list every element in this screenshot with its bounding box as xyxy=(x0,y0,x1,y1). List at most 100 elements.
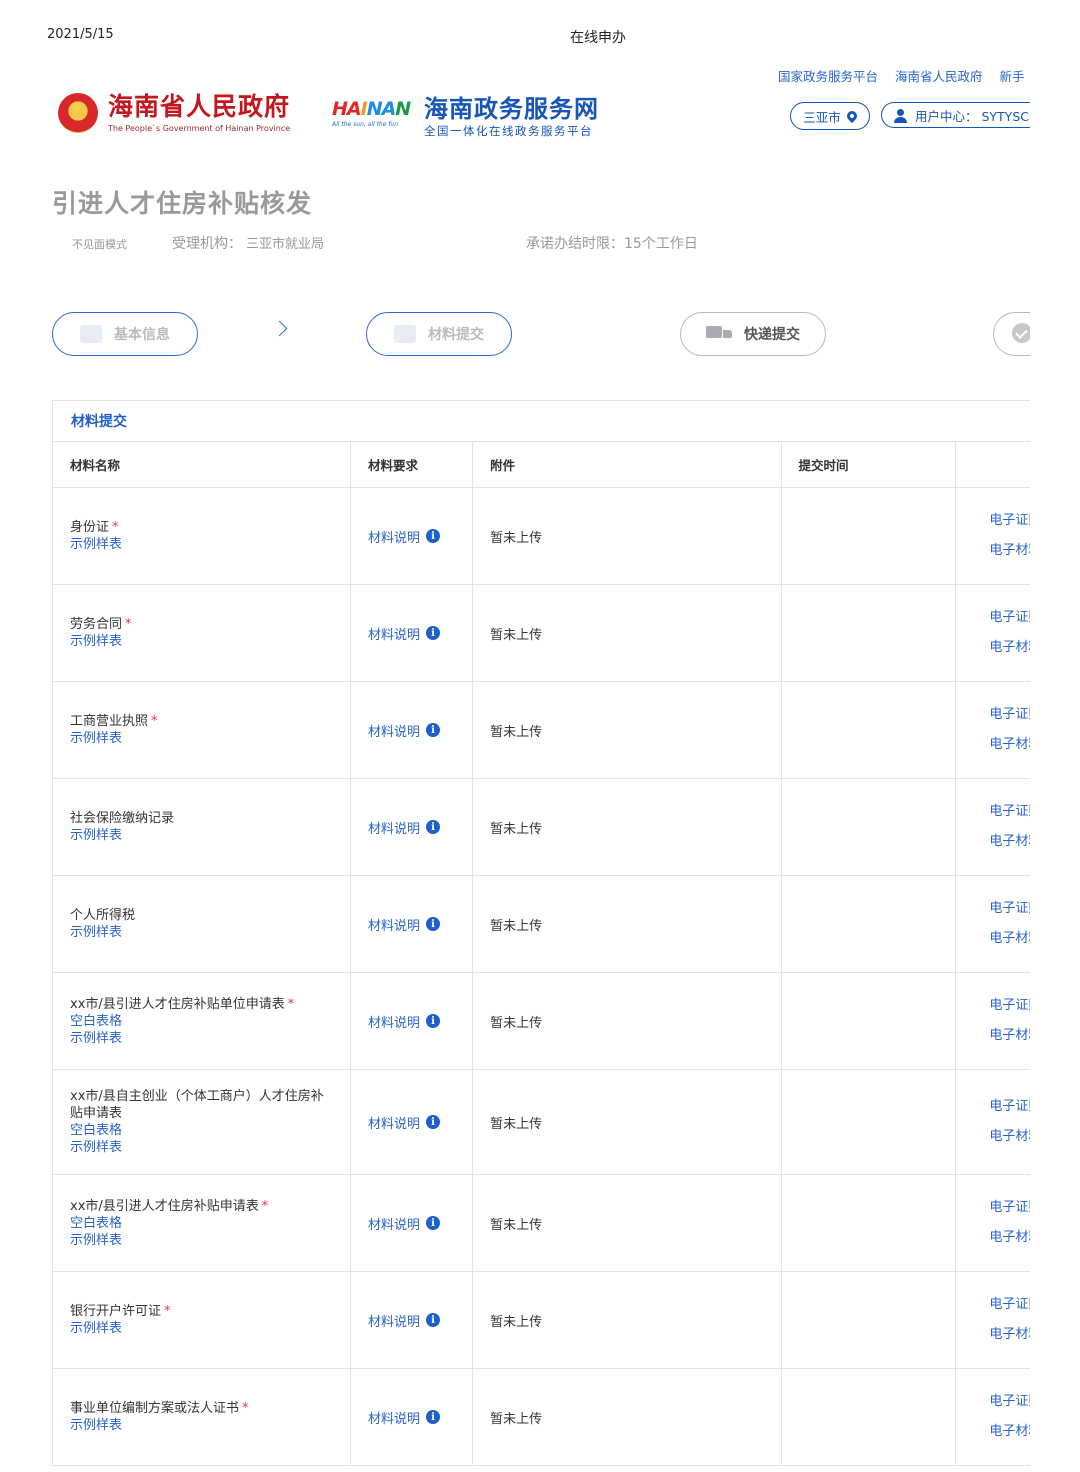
time-limit: 承诺办结时限：15个工作日 xyxy=(526,236,698,252)
panel-title: 材料提交 xyxy=(53,401,1080,442)
step-express-submit[interactable]: 快递提交 xyxy=(680,312,826,356)
col-attachment: 附件 xyxy=(472,442,782,488)
material-name: 身份证 xyxy=(70,520,110,535)
sample-form-link[interactable]: 示例样表 xyxy=(70,1320,336,1337)
material-explain-link[interactable]: 材料说明 i xyxy=(368,1214,441,1233)
material-explain-link[interactable]: 材料说明 i xyxy=(368,1311,441,1330)
material-name: 社会保险缴纳记录 xyxy=(70,811,175,826)
step-label: 材料提交 xyxy=(428,327,484,343)
col-material-name: 材料名称 xyxy=(53,442,352,488)
submit-time xyxy=(781,584,957,682)
submit-time xyxy=(781,1368,957,1466)
submit-time xyxy=(781,778,957,876)
info-icon: i xyxy=(426,529,441,543)
sample-form-link[interactable]: 示例样表 xyxy=(70,1417,336,1434)
attachment-status: 暂未上传 xyxy=(490,1411,543,1427)
submit-time xyxy=(781,1271,957,1369)
material-explain-link[interactable]: 材料说明 i xyxy=(368,818,441,837)
hainan-government-logo[interactable]: 海南省人民政府 The People`s Government of Haina… xyxy=(58,93,290,133)
attachment-status: 暂未上传 xyxy=(490,724,543,740)
table-row: 银行开户许可证 * 示例样表 材料说明 i 暂未上传 电子证照库 电子材料库 xyxy=(53,1271,1080,1369)
logo1-subtitle: The People`s Government of Hainan Provin… xyxy=(108,124,291,133)
info-icon: i xyxy=(426,1115,441,1129)
material-name: xx市/县引进人才住房补贴单位申请表 xyxy=(70,996,285,1012)
table-row: xx市/县自主创业（个体工商户）人才住房补贴申请表 空白表格 示例样表 材料说明 i 暂未… xyxy=(53,1069,1080,1175)
sample-form-link[interactable]: 示例样表 xyxy=(70,730,336,747)
table-row: 事业单位编制方案或法人证书 * 示例样表 材料说明 i 暂未上传 电子证照库 电子材料库 xyxy=(53,1368,1080,1466)
sample-form-link[interactable]: 示例样表 xyxy=(70,1030,336,1047)
sample-form-link[interactable]: 示例样表 xyxy=(70,924,336,941)
check-circle-icon xyxy=(1012,323,1032,343)
link-beginner-guide[interactable]: 新手 xyxy=(1000,69,1025,84)
sample-form-link[interactable]: 空白表格 xyxy=(70,1013,336,1030)
info-icon: i xyxy=(426,917,441,931)
material-explain-link[interactable]: 材料说明 i xyxy=(368,527,441,546)
link-hainan-government[interactable]: 海南省人民政府 xyxy=(895,69,983,84)
material-explain-link[interactable]: 材料说明 i xyxy=(368,1408,441,1427)
submit-time xyxy=(781,972,957,1070)
accepting-org: 受理机构： 三亚市就业局 xyxy=(172,236,325,252)
attachment-status: 暂未上传 xyxy=(490,1314,543,1330)
required-mark: * xyxy=(125,617,132,632)
table-row: 工商营业执照 * 示例样表 材料说明 i 暂未上传 电子证照库 电子材料库 xyxy=(53,681,1080,779)
attachment-status: 暂未上传 xyxy=(490,918,543,934)
sample-form-link[interactable]: 示例样表 xyxy=(70,536,336,553)
required-mark: * xyxy=(112,520,119,535)
print-title: 在线申办 xyxy=(570,30,626,46)
upload-icon xyxy=(394,325,416,343)
material-name: 劳务合同 xyxy=(70,617,123,632)
step-label: 快递提交 xyxy=(744,327,800,343)
link-national-platform[interactable]: 国家政务服务平台 xyxy=(778,69,878,84)
info-icon: i xyxy=(426,1014,441,1028)
required-mark: * xyxy=(151,714,158,729)
chevron-right-icon xyxy=(271,320,288,337)
hainan-slogan: All the sun, all the fun xyxy=(332,121,399,128)
city-selector-button[interactable]: 三亚市 xyxy=(790,102,870,130)
form-icon xyxy=(80,325,102,343)
sample-form-link[interactable]: 示例样表 xyxy=(70,633,336,650)
material-explain-link[interactable]: 材料说明 i xyxy=(368,624,441,643)
required-mark: * xyxy=(242,1401,249,1416)
material-name: 事业单位编制方案或法人证书 xyxy=(70,1401,240,1416)
attachment-status: 暂未上传 xyxy=(490,1116,543,1132)
sample-form-link[interactable]: 示例样表 xyxy=(70,1232,336,1249)
step-basic-info[interactable]: 基本信息 xyxy=(52,312,198,356)
attachment-status: 暂未上传 xyxy=(490,821,543,837)
info-icon: i xyxy=(426,1410,441,1424)
page-title: 引进人才住房补贴核发 xyxy=(52,189,313,218)
submit-time xyxy=(781,875,957,973)
table-row: 社会保险缴纳记录 示例样表 材料说明 i 暂未上传 电子证照库 电子材料库 xyxy=(53,778,1080,876)
sample-form-link[interactable]: 示例样表 xyxy=(70,1139,336,1156)
material-name: xx市/县引进人才住房补贴申请表 xyxy=(70,1198,259,1214)
submit-time xyxy=(781,681,957,779)
hainan-service-logo[interactable]: HAINAN All the sun, all the fun 海南政务服务网 … xyxy=(332,95,599,139)
submit-time xyxy=(781,1174,957,1272)
logo2-subtitle: 全国一体化在线政务服务平台 xyxy=(424,124,593,138)
material-explain-link[interactable]: 材料说明 i xyxy=(368,1012,441,1031)
user-icon xyxy=(894,108,907,123)
material-explain-link[interactable]: 材料说明 i xyxy=(368,915,441,934)
step-material-submit[interactable]: 材料提交 xyxy=(366,312,512,356)
table-row: 劳务合同 * 示例样表 材料说明 i 暂未上传 电子证照库 电子材料库 xyxy=(53,584,1080,682)
material-name: 银行开户许可证 xyxy=(70,1304,162,1319)
table-header-row: 材料名称 材料要求 附件 提交时间 操 xyxy=(53,442,1080,488)
required-mark: * xyxy=(287,996,295,1012)
required-mark: * xyxy=(261,1198,269,1214)
sample-form-link[interactable]: 示例样表 xyxy=(70,827,336,844)
logo1-title: 海南省人民政府 xyxy=(108,92,291,121)
material-name: 工商营业执照 xyxy=(70,714,149,729)
attachment-status: 暂未上传 xyxy=(490,1015,543,1031)
attachment-status: 暂未上传 xyxy=(490,530,543,546)
submit-time xyxy=(781,487,957,585)
step-label: 基本信息 xyxy=(114,327,170,343)
user-center-button[interactable]: 用户中心： SYTYSC xyxy=(881,102,1051,128)
user-center-label: 用户中心： SYTYSC xyxy=(915,108,1029,124)
table-row: xx市/县引进人才住房补贴单位申请表 * 空白表格 示例样表 材料说明 i 暂未上传 电子证照… xyxy=(53,972,1080,1070)
attachment-status: 暂未上传 xyxy=(490,1217,543,1233)
material-explain-link[interactable]: 材料说明 i xyxy=(368,1113,441,1132)
sample-form-link[interactable]: 空白表格 xyxy=(70,1215,336,1232)
sample-form-link[interactable]: 空白表格 xyxy=(70,1122,336,1139)
materials-panel: 材料提交 材料名称 材料要求 附件 提交时间 操 身份证*示例样表材料说明i暂未… xyxy=(52,400,1080,1466)
submit-time xyxy=(781,1069,957,1175)
material-explain-link[interactable]: 材料说明 i xyxy=(368,721,441,740)
